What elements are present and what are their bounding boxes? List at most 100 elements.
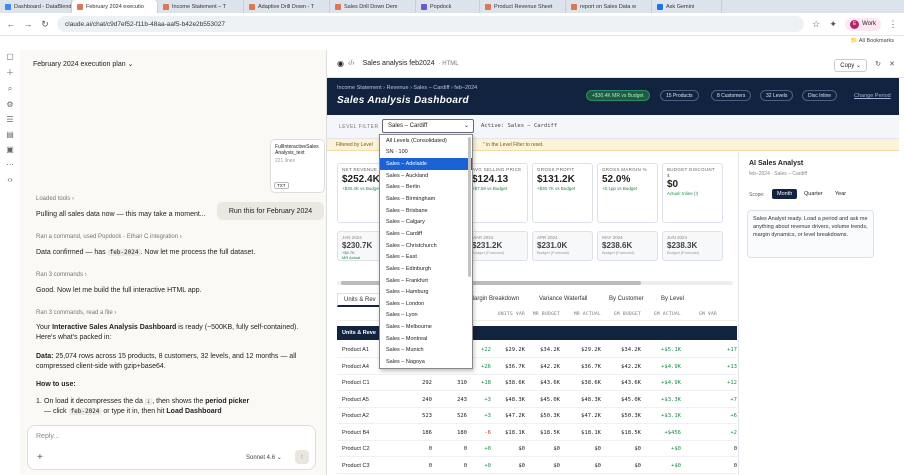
dropdown-option[interactable]: Sales – Frankfurt xyxy=(380,275,472,287)
search-icon[interactable]: ⌕ xyxy=(8,84,12,94)
browser-tab[interactable]: Dashboard - DataBlend xyxy=(0,0,72,13)
scope-month-button[interactable]: Month xyxy=(772,189,798,199)
level-filter-select[interactable]: Sales – Cardiff ⌄ xyxy=(382,119,474,133)
all-bookmarks-link[interactable]: 📁 All Bookmarks xyxy=(851,38,894,44)
tool-step-loaded-tools[interactable]: Loaded tools › xyxy=(36,195,314,204)
dropdown-option[interactable]: Sales – Birmingham xyxy=(380,193,472,205)
customize-icon[interactable]: ⚙ xyxy=(6,100,13,109)
kpi-sub: Actual: Inline (!) xyxy=(667,191,699,197)
table-row[interactable]: Product C1 292 310 +18 $38.6K $43.6K $38.6K $43… xyxy=(337,375,737,391)
kpi-value: $124.13 xyxy=(472,173,509,185)
dropdown-option[interactable]: Sales – Adelaide xyxy=(380,158,472,170)
text-fragment: , then shows the xyxy=(152,398,206,405)
dropdown-option[interactable]: Sales – Munich xyxy=(380,345,472,357)
browser-tab[interactable]: Ask Gemini xyxy=(652,0,722,13)
copy-button[interactable]: Copy ⌄ xyxy=(834,59,867,72)
month-card[interactable]: MAR 2024 $231.2K Budget (Forecast) xyxy=(467,231,528,261)
dropdown-option[interactable]: Sales – Hamburg xyxy=(380,286,472,298)
dropdown-option[interactable]: Sales – Melbourne xyxy=(380,321,472,333)
dropdown-option[interactable]: Sales – Brisbane xyxy=(380,205,472,217)
tab-variance-waterfall[interactable]: Variance Waterfall xyxy=(539,296,587,302)
tab-by-customer[interactable]: By Customer xyxy=(609,296,644,302)
cell-a: $0 xyxy=(553,462,560,469)
cell-c2: 0 xyxy=(463,446,467,452)
tab-units-rev[interactable]: Units & Rev xyxy=(337,293,383,307)
cell-gv: +$4.9K xyxy=(661,363,681,370)
chat-panel: February 2024 execution plan ⌄ FullInter… xyxy=(20,50,341,475)
scope-quarter-button[interactable]: Quarter xyxy=(799,189,828,199)
tool-step-read-file[interactable]: Ran 3 commands, read a file › xyxy=(36,309,314,318)
dropdown-option[interactable]: Sales – London xyxy=(380,298,472,310)
add-attachment-icon[interactable]: + xyxy=(37,452,43,463)
month-sub: Budget (Forecast) xyxy=(602,250,635,255)
menu-dots-icon[interactable]: ⋮ xyxy=(888,19,898,30)
dropdown-option[interactable]: SN · 100 xyxy=(380,147,472,159)
tab-favicon-icon xyxy=(657,3,663,10)
level-filter-dropdown[interactable]: All Levels (Consolidated) SN · 100 Sales –… xyxy=(379,134,473,369)
back-icon[interactable]: ← xyxy=(6,19,16,29)
reload-icon[interactable]: ↻ xyxy=(40,19,50,30)
close-icon[interactable]: ✕ xyxy=(889,60,895,68)
table-row[interactable]: Product C3 0 0 +0 $0 $0 $0 $0 +$0 0 xyxy=(337,458,737,474)
send-icon[interactable]: ↑ xyxy=(295,450,309,464)
extensions-icon[interactable]: ✦ xyxy=(828,19,838,30)
tab-margin-breakdown[interactable]: Margin Breakdown xyxy=(469,296,519,302)
dropdown-option[interactable]: Sales – Berlin xyxy=(380,182,472,194)
table-row[interactable]: Product B4 186 180 -6 $18.1K $18.5K $18.1K $18.… xyxy=(337,425,737,441)
browser-tab[interactable]: Product Revenue Sheet xyxy=(480,0,566,13)
dropdown-option[interactable]: Sales – East xyxy=(380,251,472,263)
cell-b: $29.2K xyxy=(505,347,525,353)
apps-icon[interactable]: ⋯ xyxy=(6,160,14,169)
kpi-value: $0 xyxy=(667,179,679,191)
chat-title[interactable]: February 2024 execution plan ⌄ xyxy=(33,60,133,68)
dropdown-scrollbar[interactable] xyxy=(468,137,471,277)
projects-icon[interactable]: ▤ xyxy=(6,130,14,139)
dropdown-option[interactable]: Sales – Montreal xyxy=(380,333,472,345)
dropdown-option[interactable]: Sales – Nagoya xyxy=(380,356,472,368)
table-row[interactable]: Product A5 240 243 +3 $48.3K $45.0K $48.3K $45.… xyxy=(337,392,737,408)
refresh-icon[interactable]: ↻ xyxy=(875,60,881,68)
tab-favicon-icon xyxy=(485,3,491,10)
kpi-card: GROSS PROFIT $131.2K +$30.7K vs Budget xyxy=(532,163,593,223)
dropdown-option[interactable]: Sales – Auckland xyxy=(380,170,472,182)
model-selector[interactable]: Sonnet 4.6 ⌄ xyxy=(246,454,282,461)
sidebar-toggle-icon[interactable]: ▢ xyxy=(6,52,14,61)
dropdown-option[interactable]: Sales – Edinburgh xyxy=(380,263,472,275)
table-row[interactable]: Product A2 523 526 +3 $47.2K $50.3K $47.2K $50.… xyxy=(337,408,737,424)
month-card[interactable]: JUN 2024 $238.3K Budget (Forecast) xyxy=(662,231,723,261)
browser-tab[interactable]: Popdock xyxy=(416,0,480,13)
table-row[interactable]: Product C2 0 0 +0 $0 $0 $0 $0 +$0 0 xyxy=(337,441,737,457)
star-icon[interactable]: ☆ xyxy=(811,19,821,30)
dropdown-option[interactable]: Sales – Calgary xyxy=(380,216,472,228)
forward-icon[interactable]: → xyxy=(23,19,33,29)
tool-step-popdock[interactable]: Ran a command, used Popdock - Ethan C in… xyxy=(36,233,314,242)
month-card[interactable]: MAY 2024 $238.6K Budget (Forecast) xyxy=(597,231,658,261)
dropdown-option[interactable]: All Levels (Consolidated) xyxy=(380,135,472,147)
browser-tab[interactable]: February 2024 executio xyxy=(72,0,158,13)
chats-icon[interactable]: ☰ xyxy=(6,115,13,124)
dropdown-option[interactable]: Sales – Lyon xyxy=(380,310,472,322)
profile-button[interactable]: E Work xyxy=(845,17,881,31)
browser-tab[interactable]: Income Statement – T xyxy=(158,0,244,13)
dropdown-option[interactable]: Sales – Christchurch xyxy=(380,240,472,252)
kpi-label: GROSS PROFIT xyxy=(537,167,575,172)
file-attachment[interactable]: FullInteractiveSalesAnalysis_text 221 li… xyxy=(270,139,325,193)
code-view-icon[interactable]: ‹/› xyxy=(348,60,355,67)
code-icon[interactable]: ‹› xyxy=(7,175,12,184)
browser-tab[interactable]: Sales Drill Down Dem xyxy=(330,0,416,13)
url-field[interactable]: claude.ai/chat/c9d7ef52-f11b-48aa-aaf5-b… xyxy=(57,16,805,32)
artifacts-icon[interactable]: ▣ xyxy=(6,145,14,154)
scope-year-button[interactable]: Year xyxy=(830,189,851,199)
cell-b: $48.3K xyxy=(505,396,525,403)
change-period-link[interactable]: Change Period xyxy=(854,93,891,99)
browser-tab[interactable]: Adaptive Drill Down - T xyxy=(244,0,330,13)
reply-box[interactable]: Reply... + Sonnet 4.6 ⌄ ↑ xyxy=(27,425,316,470)
assistant-text-build: Good. Now let me build the full interact… xyxy=(36,287,202,294)
new-chat-icon[interactable]: ＋ xyxy=(6,67,14,78)
tab-by-level[interactable]: By Level xyxy=(661,296,684,302)
preview-icon[interactable]: ◉ xyxy=(337,59,344,68)
dropdown-option[interactable]: Sales – Cardiff xyxy=(380,228,472,240)
browser-tab[interactable]: report on Sales Data w xyxy=(566,0,652,13)
tool-step-commands[interactable]: Ran 3 commands › xyxy=(36,271,314,280)
month-card[interactable]: APR 2024 $231.0K Budget (Forecast) xyxy=(532,231,593,261)
